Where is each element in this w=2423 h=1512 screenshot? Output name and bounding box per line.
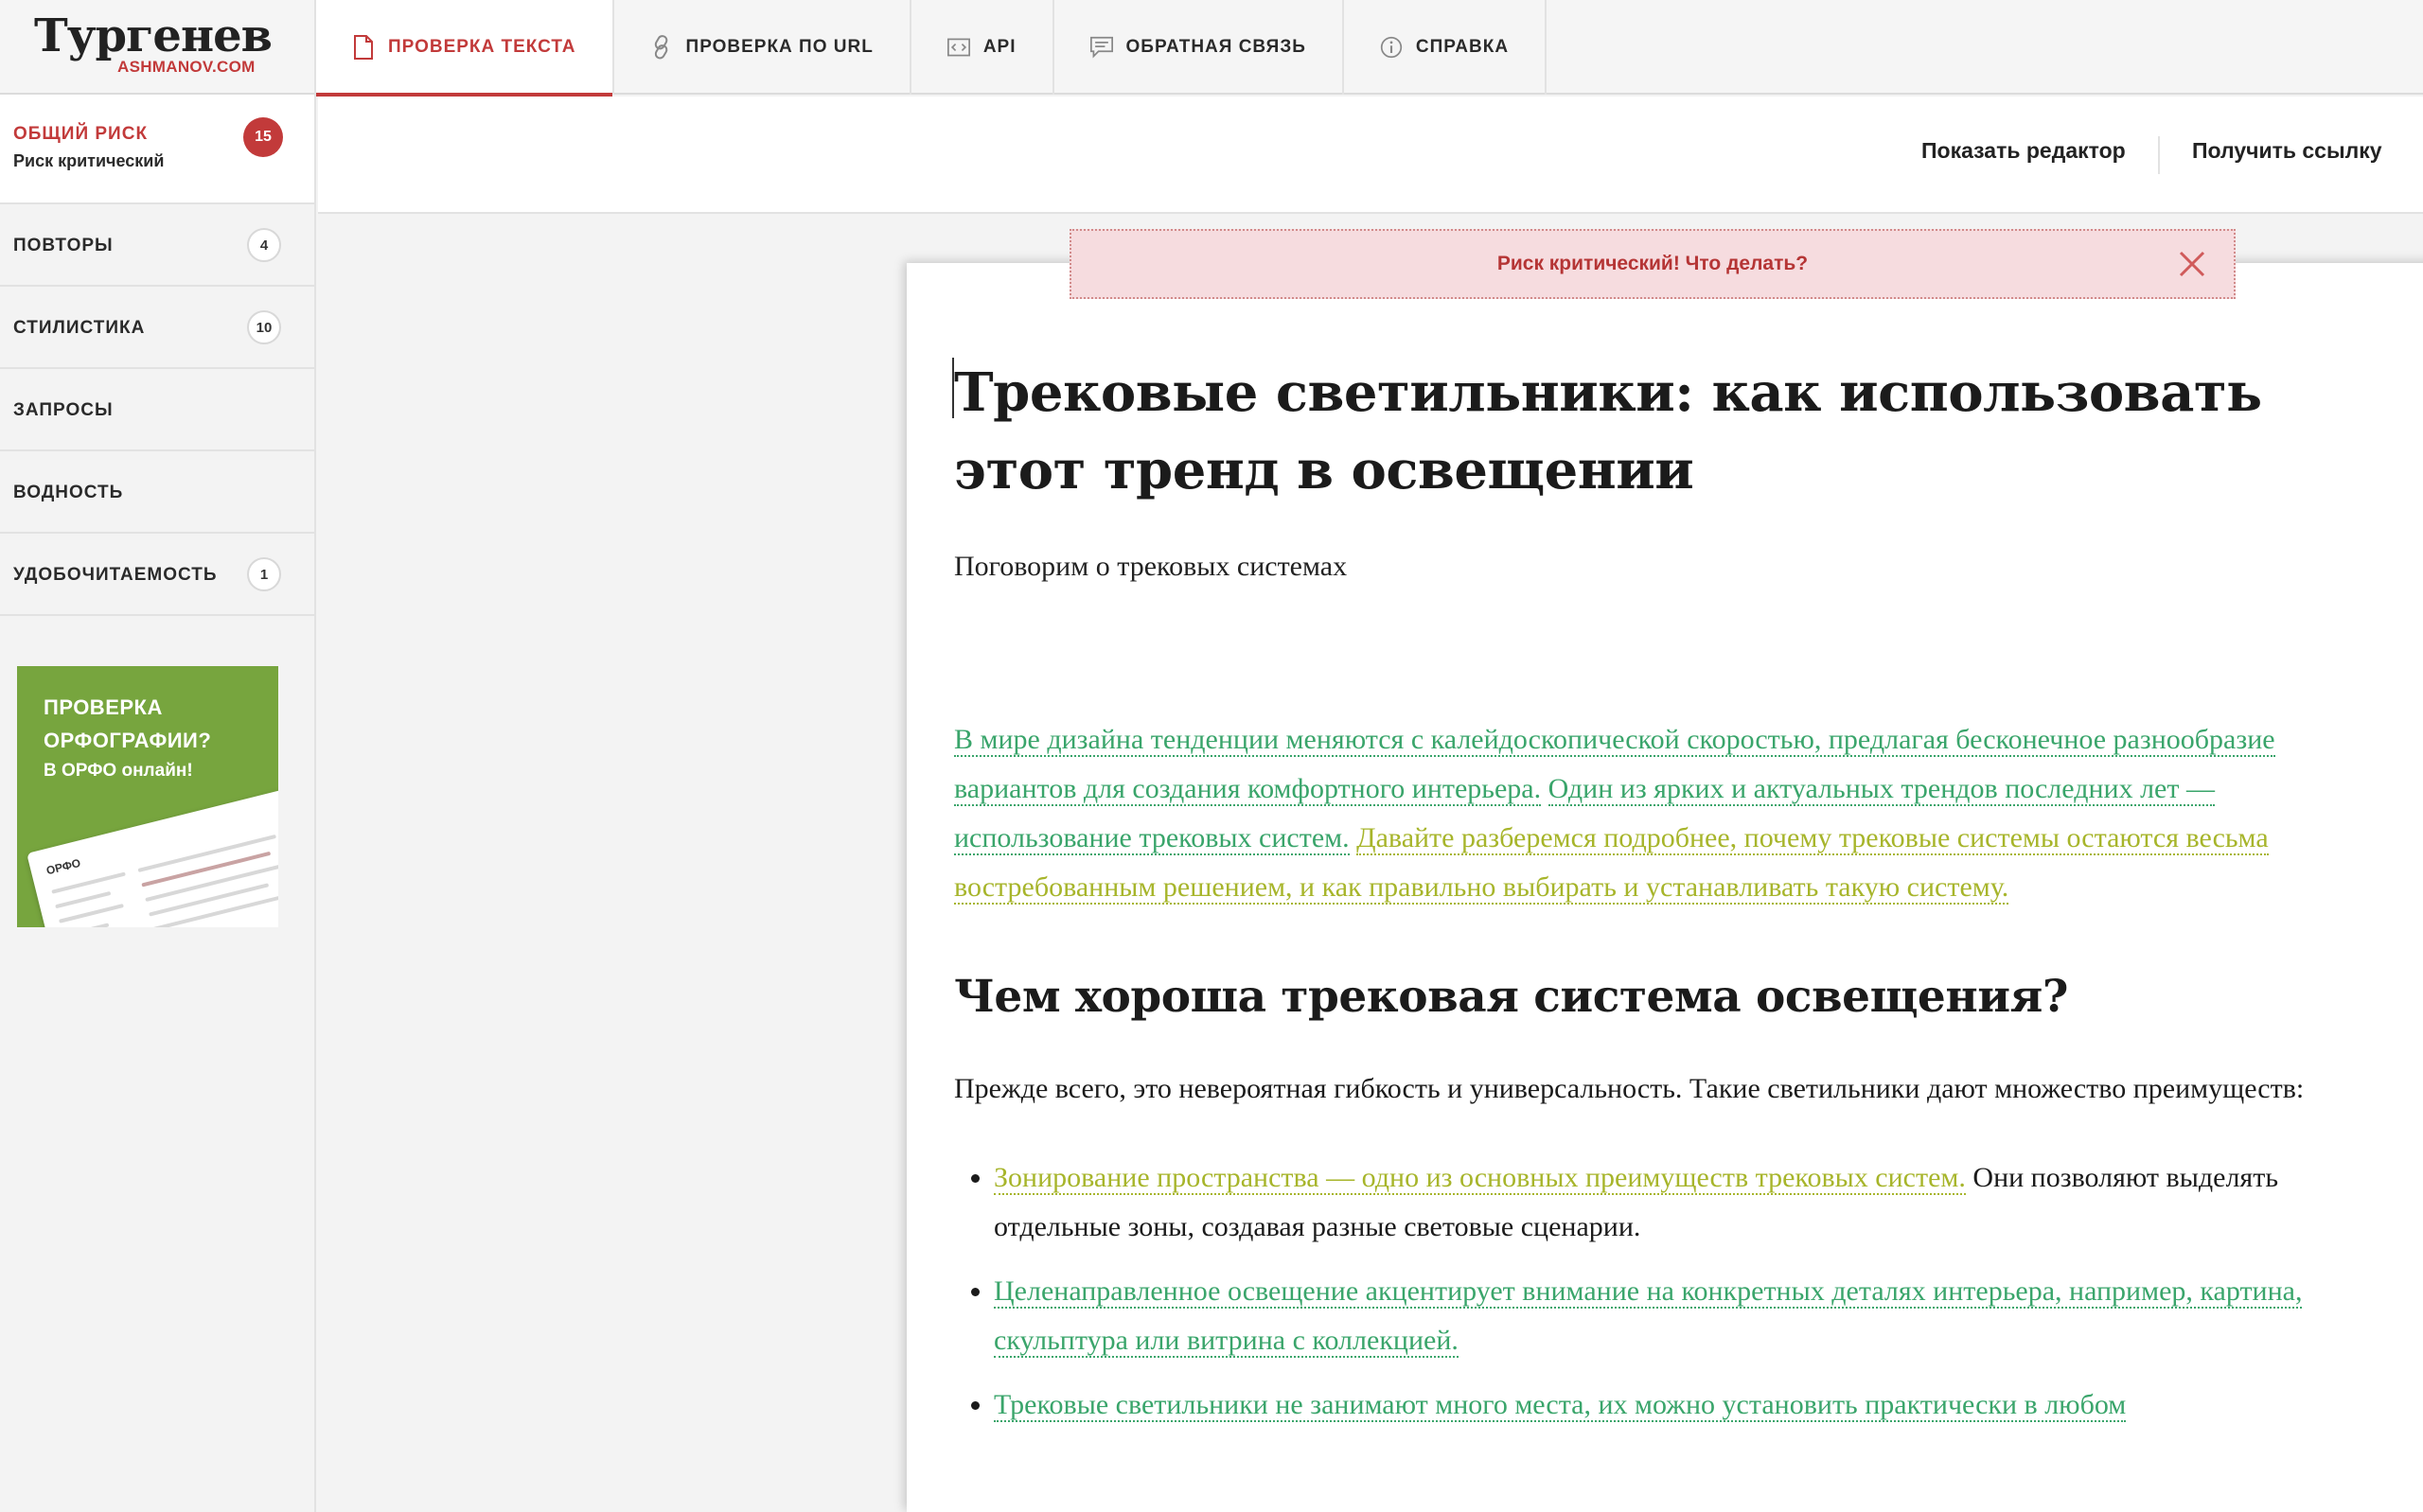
get-link-button[interactable]: Получить ссылку xyxy=(2192,138,2382,164)
document-subtitle: Поговорим о трековых системах xyxy=(954,551,1348,582)
tab-text-check[interactable]: ПРОВЕРКА ТЕКСТА xyxy=(316,0,614,97)
show-editor-button[interactable]: Показать редактор xyxy=(1921,138,2126,164)
section-heading: Чем хороша трековая система освещения? xyxy=(954,971,2068,1023)
sidebar: ОБЩИЙ РИСК Риск критический 15 ПОВТОРЫ 4… xyxy=(0,95,316,1512)
main-tabs: ПРОВЕРКА ТЕКСТА ПРОВЕРКА ПО URL API ОБРА… xyxy=(316,0,1548,97)
logo-title: Тургенев xyxy=(34,9,273,62)
overall-risk[interactable]: ОБЩИЙ РИСК Риск критический 15 xyxy=(0,95,314,204)
list-item: Трековые светильники не занимают много м… xyxy=(994,1380,2393,1430)
ad-title: ПРОВЕРКА ОРФОГРАФИИ? xyxy=(44,695,212,752)
tab-label: API xyxy=(982,37,1017,57)
tab-feedback[interactable]: ОБРАТНАЯ СВЯЗЬ xyxy=(1054,0,1344,95)
benefits-list: Зонирование пространства — одно из основ… xyxy=(954,1153,2393,1430)
sidebar-item-label: СТИЛИСТИКА xyxy=(13,318,146,338)
sidebar-item-label: УДОБОЧИТАЕМОСТЬ xyxy=(13,565,218,585)
critical-risk-alert[interactable]: Риск критический! Что делать? xyxy=(1070,229,2236,299)
highlight-green[interactable]: Целенаправленное освещение акцентирует в… xyxy=(994,1275,2303,1358)
code-icon xyxy=(946,35,970,60)
sidebar-item-queries[interactable]: ЗАПРОСЫ xyxy=(0,369,314,451)
document-content[interactable]: Трековые светильники: как использовать э… xyxy=(952,354,2393,1445)
tab-label: ПРОВЕРКА ПО URL xyxy=(685,37,874,57)
sidebar-item-repeats[interactable]: ПОВТОРЫ 4 xyxy=(0,204,314,287)
sidebar-item-stylistics[interactable]: СТИЛИСТИКА 10 xyxy=(0,287,314,369)
list-item: Зонирование пространства — одно из основ… xyxy=(994,1153,2393,1252)
text-cursor xyxy=(952,358,954,418)
count-badge: 4 xyxy=(247,228,281,262)
tab-url-check[interactable]: ПРОВЕРКА ПО URL xyxy=(614,0,911,95)
tab-label: ОБРАТНАЯ СВЯЗЬ xyxy=(1125,37,1306,57)
risk-title: ОБЩИЙ РИСК xyxy=(13,124,149,144)
highlight-green[interactable]: Трековые светильники не занимают много м… xyxy=(994,1389,2127,1422)
top-bar: Тургенев ASHMANOV.COM ПРОВЕРКА ТЕКСТА ПР… xyxy=(0,0,2423,97)
ad-screenshot-illustration: ОРФО xyxy=(27,786,278,927)
ad-brand: ОРФО xyxy=(44,855,82,878)
logo[interactable]: Тургенев ASHMANOV.COM xyxy=(0,0,316,95)
risk-subtitle: Риск критический xyxy=(13,151,165,170)
toolbar-divider xyxy=(2158,136,2160,174)
link-icon xyxy=(650,35,673,60)
logo-subtitle: ASHMANOV.COM xyxy=(117,58,256,76)
tab-label: ПРОВЕРКА ТЕКСТА xyxy=(388,37,576,57)
alert-text: Риск критический! Что делать? xyxy=(1496,253,1809,274)
sidebar-item-wateriness[interactable]: ВОДНОСТЬ xyxy=(0,451,314,534)
risk-score-badge: 15 xyxy=(243,117,283,157)
tab-help[interactable]: СПРАВКА xyxy=(1344,0,1548,95)
list-item: Целенаправленное освещение акцентирует в… xyxy=(994,1267,2393,1365)
document-title: Трековые светильники: как использовать э… xyxy=(954,361,2262,501)
sidebar-item-label: ЗАПРОСЫ xyxy=(13,400,114,420)
highlight-yellow[interactable]: Зонирование пространства — одно из основ… xyxy=(994,1162,1966,1195)
orfo-ad-banner[interactable]: ПРОВЕРКА ОРФОГРАФИИ? В ОРФО онлайн! ОРФО xyxy=(17,666,278,927)
tab-api[interactable]: API xyxy=(911,0,1054,95)
info-icon xyxy=(1380,35,1403,60)
main-area: Показать редактор Получить ссылку Треков… xyxy=(318,97,2423,1512)
chat-icon xyxy=(1089,35,1113,60)
close-icon[interactable] xyxy=(2175,247,2209,281)
count-badge: 10 xyxy=(247,310,281,344)
tab-label: СПРАВКА xyxy=(1415,37,1510,57)
paragraph-benefits: Прежде всего, это невероятная гибкость и… xyxy=(954,1073,2305,1104)
document-icon xyxy=(352,35,375,60)
sidebar-item-label: ВОДНОСТЬ xyxy=(13,483,124,502)
editor-toolbar: Показать редактор Получить ссылку xyxy=(318,97,2423,214)
document-page: Трековые светильники: как использовать э… xyxy=(907,263,2423,1512)
sidebar-item-readability[interactable]: УДОБОЧИТАЕМОСТЬ 1 xyxy=(0,534,314,616)
ad-subtitle: В ОРФО онлайн! xyxy=(44,761,193,781)
count-badge: 1 xyxy=(247,557,281,591)
paragraph-intro: В мире дизайна тенденции меняются с кале… xyxy=(954,715,2393,912)
sidebar-item-label: ПОВТОРЫ xyxy=(13,236,114,255)
